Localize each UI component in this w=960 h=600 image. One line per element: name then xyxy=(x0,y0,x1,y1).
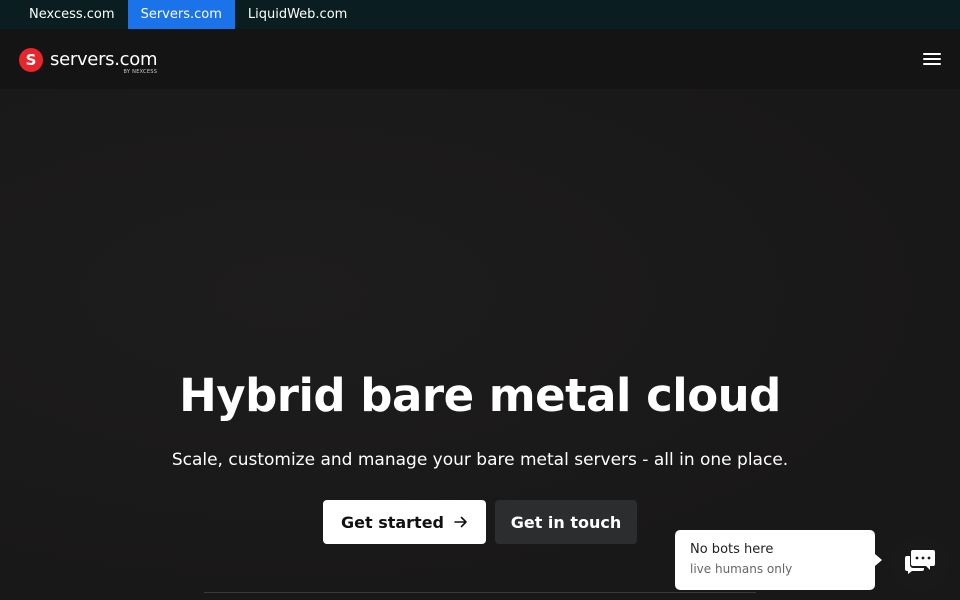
network-topbar: Nexcess.com Servers.com LiquidWeb.com xyxy=(0,0,960,29)
logo-text: servers.com BY NEXCESS xyxy=(50,49,158,76)
get-in-touch-button[interactable]: Get in touch xyxy=(495,500,637,544)
hero-title: Hybrid bare metal cloud xyxy=(179,369,781,422)
topbar-link-servers[interactable]: Servers.com xyxy=(127,0,235,29)
site-header: S servers.com BY NEXCESS xyxy=(0,29,960,89)
site-logo[interactable]: S servers.com BY NEXCESS xyxy=(19,48,158,76)
hamburger-menu-icon[interactable] xyxy=(923,51,941,67)
hero-divider xyxy=(204,592,756,593)
topbar-link-nexcess[interactable]: Nexcess.com xyxy=(16,0,128,29)
chat-launcher-button[interactable] xyxy=(892,535,948,591)
chat-prompt-title: No bots here xyxy=(690,542,774,557)
hero-subtitle: Scale, customize and manage your bare me… xyxy=(171,450,789,470)
chat-prompt-bubble[interactable]: No bots here live humans only xyxy=(675,530,882,590)
logo-mark-icon: S xyxy=(19,48,43,72)
topbar-link-liquidweb[interactable]: LiquidWeb.com xyxy=(235,0,360,29)
arrow-right-icon xyxy=(454,513,468,532)
hero-section: Hybrid bare metal cloud Scale, customize… xyxy=(0,89,960,600)
logo-subtitle: BY NEXCESS xyxy=(123,69,158,75)
get-started-label: Get started xyxy=(340,512,444,532)
get-started-button[interactable]: Get started xyxy=(323,500,486,544)
logo-name: servers.com xyxy=(50,49,158,70)
chat-icon xyxy=(903,547,937,579)
chat-prompt-subtitle: live humans only xyxy=(690,562,793,576)
